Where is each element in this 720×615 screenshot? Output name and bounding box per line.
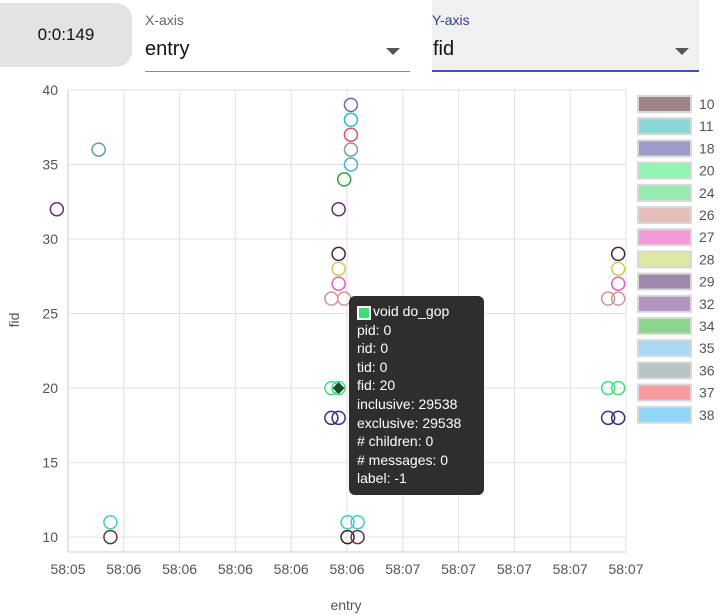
data-point[interactable]: [324, 410, 339, 426]
x-axis-select-value: entry: [145, 38, 190, 60]
y-tick-label: 15: [42, 455, 58, 471]
legend-swatch[interactable]: [637, 139, 692, 158]
tooltip-line-pid: pid: 0: [357, 321, 392, 338]
data-point[interactable]: [343, 127, 359, 142]
legend-swatch[interactable]: [637, 206, 692, 224]
data-point[interactable]: [610, 410, 626, 426]
legend-label[interactable]: 24: [699, 185, 715, 201]
tooltip-line-messages: # messages: 0: [357, 451, 449, 468]
data-point[interactable]: [610, 276, 626, 291]
tooltip-line-children: # children: 0: [357, 433, 434, 450]
x-tick-label: 58:07: [608, 561, 643, 577]
legend-swatch[interactable]: [637, 383, 692, 402]
legend-label[interactable]: 37: [699, 385, 715, 401]
legend-label[interactable]: 11: [699, 118, 714, 134]
data-point[interactable]: [343, 112, 359, 128]
x-axis-label: entry: [330, 597, 361, 613]
legend-swatch[interactable]: [637, 95, 692, 113]
x-tick-label: 58:06: [106, 561, 141, 577]
legend-swatch[interactable]: [637, 361, 692, 380]
data-point[interactable]: [331, 246, 346, 262]
y-tick-label: 10: [42, 529, 58, 545]
legend-label[interactable]: 35: [699, 340, 715, 356]
legend-label[interactable]: 18: [699, 140, 715, 156]
data-point[interactable]: [610, 291, 626, 306]
y-axis-select-underline: [432, 70, 699, 72]
x-tick-label: 58:06: [329, 561, 364, 577]
x-tick-label: 58:07: [553, 561, 588, 577]
data-point[interactable]: [331, 261, 346, 277]
data-point[interactable]: [610, 261, 626, 277]
chevron-down-icon[interactable]: [386, 48, 400, 55]
x-tick-label: 58:06: [274, 561, 309, 577]
data-point[interactable]: [331, 201, 346, 217]
y-tick-label: 20: [42, 380, 58, 396]
legend-swatch[interactable]: [637, 405, 692, 424]
data-point[interactable]: [336, 172, 352, 187]
chart-points[interactable]: [49, 97, 626, 545]
legend-label[interactable]: 27: [699, 229, 715, 245]
y-tick-label: 30: [42, 231, 58, 247]
chart-legend[interactable]: 10 11 18 20 24 26 27 28 29 32 34 35 36 37 38: [637, 95, 715, 424]
data-point[interactable]: [91, 142, 106, 157]
x-tick-label: 58:07: [497, 561, 532, 577]
chevron-down-icon[interactable]: [675, 48, 689, 55]
y-tick-label: 40: [42, 82, 58, 98]
tooltip-title-row: void do_gop: [357, 302, 484, 321]
x-tick-label: 58:05: [50, 561, 85, 577]
legend-label[interactable]: 10: [699, 96, 715, 112]
x-tick-label: 58:06: [162, 561, 197, 577]
data-point[interactable]: [331, 276, 346, 291]
x-axis-select-label: X-axis: [145, 12, 184, 28]
legend-label[interactable]: 36: [699, 362, 715, 378]
legend-swatch[interactable]: [637, 250, 692, 269]
data-point[interactable]: [343, 97, 359, 113]
legend-label[interactable]: 20: [699, 163, 715, 179]
x-tick-label: 58:06: [218, 561, 253, 577]
legend-swatch[interactable]: [637, 317, 692, 335]
y-axis-select[interactable]: Y-axis fid: [432, 0, 699, 72]
y-axis-label: fid: [6, 313, 22, 328]
legend-swatch[interactable]: [637, 183, 692, 202]
point-tooltip: void do_gop pid: 0 rid: 0 tid: 0 fid: 20…: [349, 296, 484, 495]
y-axis-select-value: fid: [433, 38, 455, 60]
data-point[interactable]: [343, 142, 359, 157]
legend-label[interactable]: 28: [699, 251, 715, 267]
legend-label[interactable]: 26: [699, 207, 715, 223]
data-point[interactable]: [103, 514, 118, 530]
legend-label[interactable]: 32: [699, 296, 715, 312]
legend-swatch[interactable]: [637, 161, 692, 180]
legend-swatch[interactable]: [637, 339, 692, 358]
legend-label[interactable]: 29: [699, 274, 715, 290]
legend-label[interactable]: 38: [699, 407, 715, 423]
x-tick-label: 58:07: [441, 561, 476, 577]
legend-swatch[interactable]: [637, 272, 692, 291]
data-point[interactable]: [49, 201, 65, 217]
tooltip-line-tid: tid: 0: [357, 358, 388, 375]
y-tick-label: 35: [42, 157, 58, 173]
tooltip-line-label: label: -1: [357, 470, 407, 487]
x-axis-select[interactable]: X-axis entry: [145, 0, 410, 72]
x-tick-label: 58:07: [385, 561, 420, 577]
tooltip-title: void do_gop: [373, 303, 450, 319]
legend-swatch[interactable]: [637, 294, 692, 313]
tooltip-line-rid: rid: 0: [357, 340, 389, 357]
data-point[interactable]: [324, 291, 339, 306]
legend-swatch[interactable]: [637, 228, 692, 247]
x-axis-select-underline: [145, 71, 410, 72]
tooltip-color-swatch: [357, 306, 371, 320]
data-point[interactable]: [610, 246, 626, 262]
legend-label[interactable]: 34: [699, 318, 715, 334]
y-axis-select-label: Y-axis: [432, 12, 470, 28]
tooltip-line-inclusive: inclusive: 29538: [357, 395, 458, 412]
tooltip-line-exclusive: exclusive: 29538: [357, 414, 462, 431]
timer-button[interactable]: 0:0:149: [0, 3, 132, 67]
data-point[interactable]: [331, 410, 346, 426]
legend-swatch[interactable]: [637, 117, 692, 136]
y-tick-label: 25: [42, 306, 58, 322]
tooltip-line-fid: fid: 20: [357, 377, 396, 394]
data-point[interactable]: [350, 514, 365, 530]
chart-axes: 58:05 58:06 58:06 58:06 58:06 58:06 58:07 58:07…: [42, 82, 643, 577]
